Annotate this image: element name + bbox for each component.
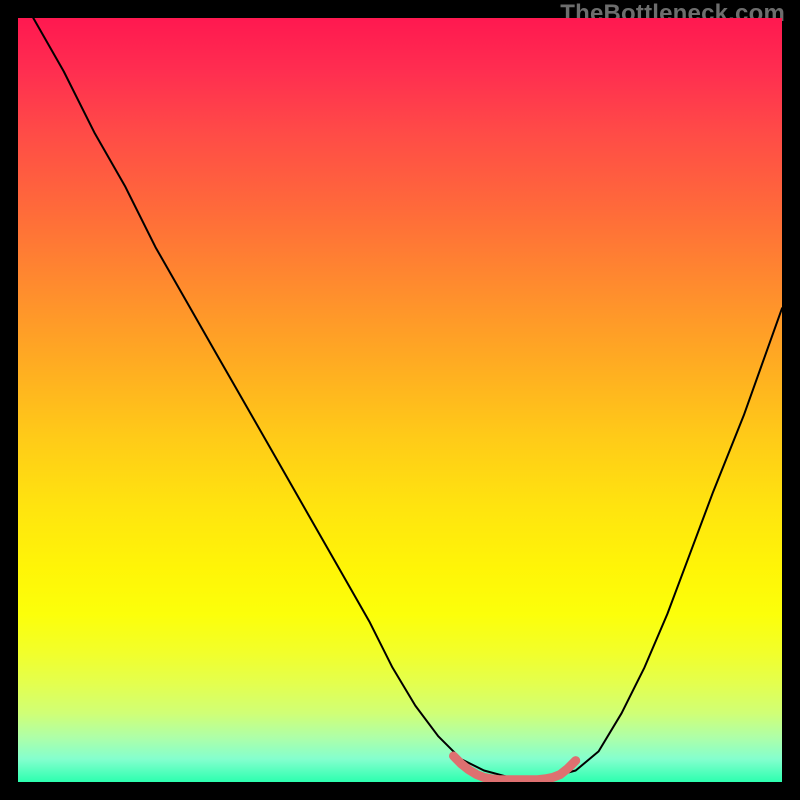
plot-area (18, 18, 782, 782)
chart-frame: TheBottleneck.com (0, 0, 800, 800)
bottleneck-curve (33, 18, 782, 779)
optimal-range-curve (454, 756, 576, 780)
curve-layer (18, 18, 782, 782)
